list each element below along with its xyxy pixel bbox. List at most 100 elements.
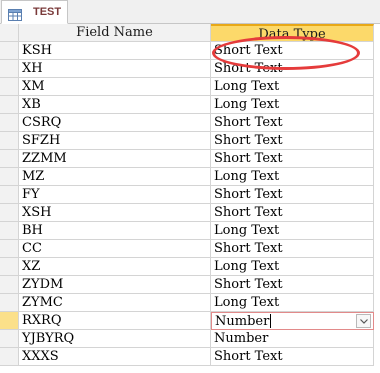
field-name-cell[interactable]: XSH: [19, 204, 211, 222]
data-type-cell[interactable]: Short Text: [211, 114, 374, 132]
field-name-cell[interactable]: ZYMC: [19, 294, 211, 312]
data-type-value: Short Text: [214, 241, 283, 256]
table-row[interactable]: XH Short Text: [0, 60, 380, 78]
data-type-value: Number: [215, 314, 270, 329]
header-corner: [0, 24, 19, 42]
data-type-value: Long Text: [214, 259, 280, 274]
data-type-cell[interactable]: Long Text: [211, 168, 374, 186]
table-row[interactable]: ZYMC Long Text: [0, 294, 380, 312]
tab-label: TEST: [33, 6, 62, 18]
table-row[interactable]: BH Long Text: [0, 222, 380, 240]
row-selector[interactable]: [0, 114, 19, 132]
data-type-value: Long Text: [214, 169, 280, 184]
field-name-cell[interactable]: KSH: [19, 42, 211, 60]
row-selector[interactable]: [0, 132, 19, 150]
data-type-cell[interactable]: Short Text: [211, 240, 374, 258]
data-type-cell[interactable]: Number: [211, 330, 374, 348]
row-selector[interactable]: [0, 96, 19, 114]
field-name-cell[interactable]: YJBYRQ: [19, 330, 211, 348]
data-type-cell[interactable]: Long Text: [211, 258, 374, 276]
row-selector[interactable]: [0, 330, 19, 348]
data-type-value: Long Text: [214, 223, 280, 238]
field-name-cell[interactable]: ZZMM: [19, 150, 211, 168]
field-name-cell[interactable]: SFZH: [19, 132, 211, 150]
field-name-cell[interactable]: BH: [19, 222, 211, 240]
row-selector[interactable]: [0, 186, 19, 204]
data-type-header[interactable]: Data Type: [211, 24, 374, 42]
data-type-value: Long Text: [214, 295, 280, 310]
data-type-cell[interactable]: Long Text: [211, 222, 374, 240]
table-design-grid: Field Name Data Type KSH Short Text XH Shor…: [0, 24, 380, 373]
table-row[interactable]: XB Long Text: [0, 96, 380, 114]
field-name-cell[interactable]: ZYDM: [19, 276, 211, 294]
field-name-cell[interactable]: XH: [19, 60, 211, 78]
row-selector[interactable]: [0, 204, 19, 222]
data-type-cell[interactable]: Short Text: [211, 204, 374, 222]
field-name-cell[interactable]: CSRQ: [19, 114, 211, 132]
data-type-value: Long Text: [214, 97, 280, 112]
table-row[interactable]: XSH Short Text: [0, 204, 380, 222]
row-selector[interactable]: [0, 348, 19, 366]
text-caret: [270, 313, 272, 328]
table-row[interactable]: XM Long Text: [0, 78, 380, 96]
data-type-cell[interactable]: Long Text: [211, 96, 374, 114]
table-row[interactable]: ZZMM Short Text: [0, 150, 380, 168]
table-row[interactable]: SFZH Short Text: [0, 132, 380, 150]
data-type-cell[interactable]: Short Text: [211, 42, 374, 60]
data-type-value: Short Text: [214, 43, 283, 58]
document-tab-strip: TEST: [0, 0, 380, 24]
row-selector[interactable]: [0, 312, 19, 330]
table-row[interactable]: MZ Long Text: [0, 168, 380, 186]
field-name-cell[interactable]: XZ: [19, 258, 211, 276]
tab-test[interactable]: TEST: [1, 0, 68, 24]
data-type-cell[interactable]: Long Text: [211, 294, 374, 312]
field-name-cell[interactable]: XXXS: [19, 348, 211, 366]
row-selector[interactable]: [0, 294, 19, 312]
field-name-header[interactable]: Field Name: [19, 24, 211, 42]
field-name-cell[interactable]: MZ: [19, 168, 211, 186]
row-selector[interactable]: [0, 78, 19, 96]
table-row[interactable]: FY Short Text: [0, 186, 380, 204]
data-type-value: Short Text: [214, 349, 283, 364]
table-row[interactable]: ZYDM Short Text: [0, 276, 380, 294]
row-selector[interactable]: [0, 42, 19, 60]
data-type-value: Short Text: [214, 205, 283, 220]
field-name-cell[interactable]: RXRQ: [19, 312, 211, 330]
data-type-value: Number: [214, 331, 269, 346]
data-type-dropdown[interactable]: Number: [211, 312, 374, 330]
row-selector[interactable]: [0, 240, 19, 258]
dropdown-button[interactable]: [356, 314, 371, 328]
data-type-cell[interactable]: Short Text: [211, 150, 374, 168]
chevron-down-icon: [360, 319, 368, 324]
data-type-cell[interactable]: Short Text: [211, 132, 374, 150]
field-name-cell[interactable]: XM: [19, 78, 211, 96]
table-row[interactable]: CC Short Text: [0, 240, 380, 258]
data-type-value: Short Text: [214, 115, 283, 130]
row-selector[interactable]: [0, 168, 19, 186]
data-type-cell[interactable]: Short Text: [211, 60, 374, 78]
table-row[interactable]: XXXS Short Text: [0, 348, 380, 366]
table-row[interactable]: CSRQ Short Text: [0, 114, 380, 132]
data-type-cell[interactable]: Long Text: [211, 78, 374, 96]
row-selector[interactable]: [0, 258, 19, 276]
table-row[interactable]: YJBYRQ Number: [0, 330, 380, 348]
field-name-cell[interactable]: CC: [19, 240, 211, 258]
data-type-value: Short Text: [214, 277, 283, 292]
data-type-value: Short Text: [214, 133, 283, 148]
table-row[interactable]: KSH Short Text: [0, 42, 380, 60]
table-row[interactable]: RXRQ Number: [0, 312, 380, 330]
row-selector[interactable]: [0, 276, 19, 294]
data-type-value: Long Text: [214, 79, 280, 94]
data-type-value: Short Text: [214, 151, 283, 166]
data-type-cell[interactable]: Short Text: [211, 186, 374, 204]
row-selector[interactable]: [0, 150, 19, 168]
field-name-cell[interactable]: FY: [19, 186, 211, 204]
row-selector[interactable]: [0, 60, 19, 78]
data-type-cell[interactable]: Short Text: [211, 276, 374, 294]
field-name-cell[interactable]: XB: [19, 96, 211, 114]
row-selector[interactable]: [0, 222, 19, 240]
data-type-value: Short Text: [214, 187, 283, 202]
table-row[interactable]: XZ Long Text: [0, 258, 380, 276]
data-type-value: Short Text: [214, 61, 283, 76]
data-type-cell[interactable]: Short Text: [211, 348, 374, 366]
